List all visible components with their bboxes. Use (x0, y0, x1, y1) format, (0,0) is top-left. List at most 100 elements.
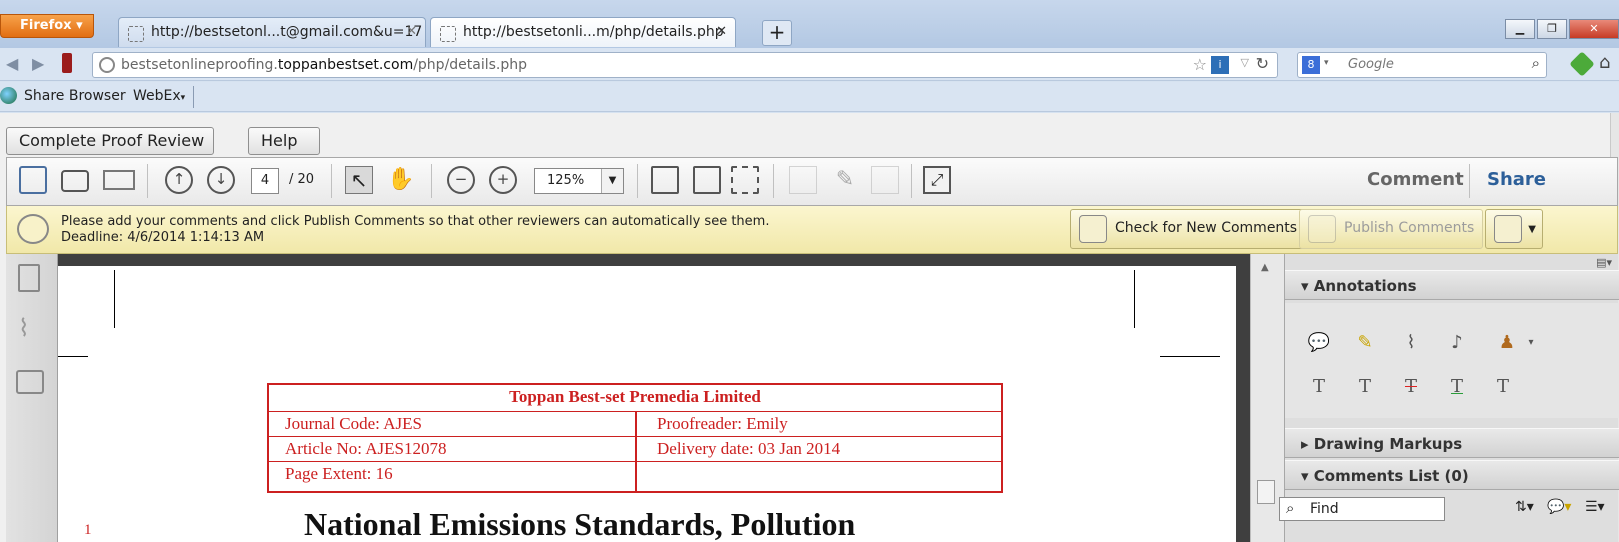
minimize-button[interactable]: ▁ (1505, 19, 1535, 39)
page-count: / 20 (289, 172, 315, 187)
back-arrow-icon[interactable]: ◀ (6, 54, 18, 73)
comments-list-header[interactable]: ▾ Comments List (0) (1285, 460, 1619, 490)
delivery-date: Delivery date: 03 Jan 2014 (657, 439, 841, 458)
select-tool-icon[interactable]: ↖ (345, 166, 373, 194)
pages-icon[interactable] (18, 264, 40, 292)
google-engine-icon[interactable]: 8 (1302, 56, 1320, 74)
comment-options-button[interactable]: ▼ (1485, 209, 1543, 249)
text-comment-icon[interactable]: T (1489, 373, 1517, 401)
tab-details[interactable]: http://bestsetonli...m/php/details.php ✕ (430, 17, 736, 47)
toolbar-separator (1469, 164, 1470, 198)
insert-text-icon[interactable]: T (1305, 373, 1333, 401)
search-binoculars-icon[interactable] (16, 370, 44, 394)
bookmark-icon[interactable] (62, 53, 72, 73)
site-identity-icon[interactable] (99, 57, 115, 73)
page-favicon-icon (128, 26, 144, 42)
engine-dropdown-icon[interactable]: ▾ (1324, 58, 1329, 68)
proofreader: Proofreader: Emily (657, 414, 788, 433)
restore-button[interactable]: ❐ (1537, 19, 1567, 39)
attach-file-icon[interactable]: ⌇ (1397, 329, 1425, 357)
replace-text-icon[interactable]: T (1351, 373, 1379, 401)
help-button[interactable]: Help (248, 127, 320, 155)
tab-title: http://bestsetonl...t@gmail.com&u=17 (151, 24, 423, 40)
toolbar-separator (431, 164, 432, 198)
comment-message: Please add your comments and click Publi… (61, 214, 770, 245)
filter-comments-icon[interactable]: 💬▾ (1547, 499, 1571, 515)
reload-icon[interactable]: ↻ (1256, 54, 1269, 73)
complete-proof-review-button[interactable]: Complete Proof Review (6, 127, 214, 155)
next-page-icon[interactable]: ↓ (207, 166, 235, 194)
journal-code: Journal Code: AJES (285, 414, 422, 433)
print-icon[interactable] (61, 170, 89, 192)
page-favicon-icon (440, 26, 456, 42)
publish-comments-icon (1308, 215, 1336, 243)
comment-options-icon (1494, 215, 1522, 243)
info-addon-icon[interactable]: i (1211, 56, 1229, 74)
zoom-select[interactable]: 125% ▼ (534, 168, 624, 194)
webex-dropdown-icon: ▾ (180, 93, 186, 103)
email-icon[interactable] (103, 170, 135, 190)
list-options-icon[interactable]: ☰▾ (1585, 499, 1605, 515)
drawing-markups-header[interactable]: ▸ Drawing Markups (1285, 428, 1619, 458)
line-number: 1 (84, 522, 92, 538)
page-number-input[interactable]: 4 (251, 168, 279, 194)
forward-arrow-icon[interactable]: ▶ (32, 54, 44, 73)
crop-mark (1160, 356, 1220, 357)
url-path: /php/details.php (413, 57, 528, 73)
close-tab-icon[interactable]: ✕ (716, 24, 727, 39)
scroll-up-icon[interactable]: ▲ (1261, 262, 1269, 273)
page-extent: Page Extent: 16 (285, 464, 393, 483)
highlight-text-icon[interactable]: ✎ (1351, 329, 1379, 357)
comment-notification-bar: Please add your comments and click Publi… (6, 206, 1618, 254)
browser-tab-strip: Firefox ▾ http://bestsetonl...t@gmail.co… (0, 0, 1619, 48)
fit-width-icon[interactable] (651, 166, 679, 194)
chevron-down-icon[interactable]: ▾ (1517, 329, 1545, 357)
save-icon[interactable] (19, 166, 47, 194)
underline-icon[interactable]: T (1443, 373, 1471, 401)
tab-proof-login[interactable]: http://bestsetonl...t@gmail.com&u=17 ✕ (118, 17, 426, 47)
navigation-toolbar: ◀ ▶ bestsetonlineproofing.toppanbestset.… (0, 48, 1619, 81)
zoom-out-icon[interactable]: − (447, 166, 475, 194)
search-box[interactable]: 8 ▾ Google ⌕ (1297, 52, 1547, 78)
table-divider (635, 412, 637, 493)
addon-green-icon[interactable] (1569, 51, 1595, 77)
fit-page-icon[interactable] (693, 166, 721, 194)
record-audio-icon[interactable]: ♪ (1443, 329, 1471, 357)
search-icon: ⌕ (1286, 499, 1295, 517)
proof-info-table: Toppan Best-set Premedia Limited Journal… (267, 383, 1003, 493)
firefox-menu-button[interactable]: Firefox ▾ (0, 14, 94, 38)
crop-mark (58, 356, 88, 357)
check-new-comments-button[interactable]: Check for New Comments (1070, 209, 1307, 249)
comment-panel: ▤▾ ▾ Annotations 💬 ✎ ⌇ ♪ ♟ ▾ T T T T T ▸… (1279, 254, 1619, 542)
previous-page-icon[interactable]: ↑ (165, 166, 193, 194)
sticky-note-icon[interactable]: 💬 (1305, 329, 1333, 357)
find-comments-input[interactable]: ⌕ Find (1279, 497, 1445, 521)
zoom-in-icon[interactable]: + (489, 166, 517, 194)
home-icon[interactable]: ⌂ (1599, 52, 1610, 73)
new-tab-button[interactable]: + (762, 20, 792, 46)
close-window-button[interactable]: ✕ (1569, 19, 1619, 39)
page-thumbnails-icon[interactable] (731, 166, 759, 194)
hand-tool-icon[interactable]: ✋ (387, 166, 415, 194)
share-tab[interactable]: Share (1487, 169, 1546, 190)
comment-tab[interactable]: Comment (1367, 169, 1464, 190)
search-icon[interactable]: ⌕ (1532, 54, 1540, 72)
star-icon[interactable]: ☆ (1193, 55, 1207, 74)
table-row: Toppan Best-set Premedia Limited (269, 385, 1001, 412)
bookmark-share-browser[interactable]: Share Browser (24, 88, 126, 104)
fullscreen-icon[interactable]: ⤢ (923, 166, 951, 194)
splitter-handle-icon[interactable] (1257, 480, 1275, 504)
strikethrough-icon[interactable]: T (1397, 373, 1425, 401)
chevron-down-icon[interactable]: ▼ (601, 169, 623, 193)
address-bar[interactable]: bestsetonlineproofing.toppanbestset.com/… (92, 52, 1278, 78)
close-tab-icon[interactable]: ✕ (406, 24, 417, 39)
sort-icon[interactable]: ⇅▾ (1515, 499, 1534, 515)
pdf-toolbar: ↑ ↓ 4 / 20 ↖ ✋ − + 125% ▼ ✎ ⤢ Comment Sh… (6, 157, 1618, 206)
attachments-icon[interactable]: ⌇ (18, 314, 30, 342)
edit-pdf-icon (789, 166, 817, 194)
annotations-header[interactable]: ▾ Annotations (1285, 270, 1619, 300)
dropdown-arrow-icon[interactable]: ▽ (1241, 56, 1249, 69)
document-title: National Emissions Standards, Pollution (304, 506, 856, 542)
panel-options-icon[interactable]: ▤▾ (1596, 256, 1612, 269)
bookmark-webex[interactable]: WebEx▾ (133, 88, 185, 104)
